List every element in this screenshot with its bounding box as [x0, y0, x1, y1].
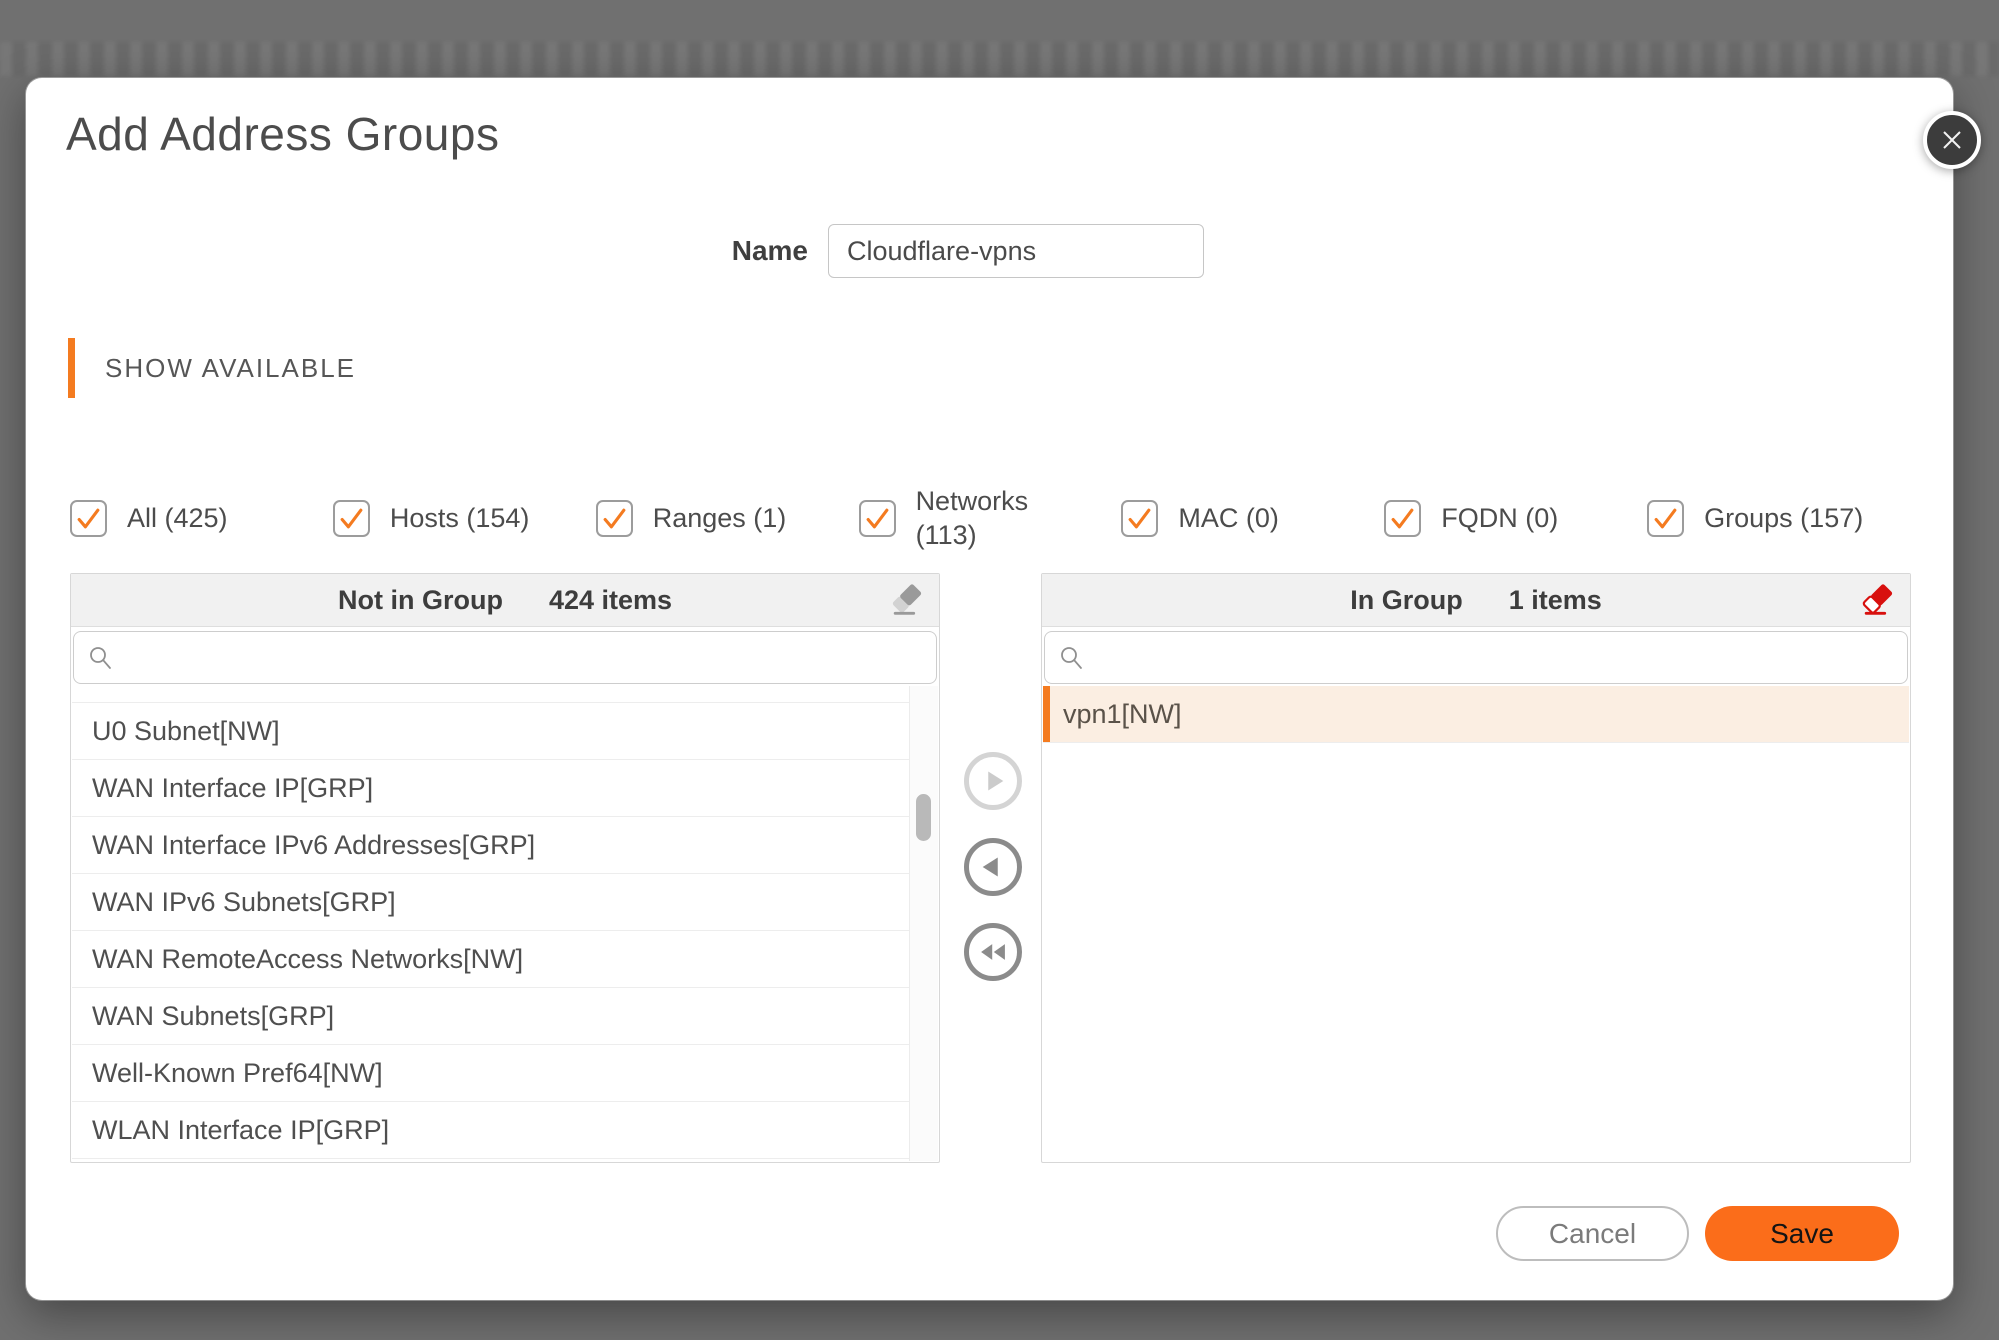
- search-input[interactable]: [1096, 641, 1894, 674]
- list-item-label: U0 Subnet[NW]: [92, 716, 280, 747]
- eraser-icon: [1860, 581, 1898, 619]
- search-icon: [87, 644, 115, 672]
- clear-search-button[interactable]: [889, 581, 927, 619]
- checkmark-icon: [75, 505, 102, 532]
- filter-checkbox-item[interactable]: Ranges (1): [596, 476, 859, 560]
- panel-count: 424 items: [549, 585, 672, 616]
- list-item[interactable]: WAN Subnets[GRP]: [72, 988, 910, 1045]
- search-input[interactable]: [125, 641, 923, 674]
- remove-all-button[interactable]: [1860, 581, 1898, 619]
- list-item-label: WAN RemoteAccess Networks[NW]: [92, 944, 523, 975]
- checkbox[interactable]: [1384, 500, 1421, 537]
- list-item[interactable]: WAN Interface IP[GRP]: [72, 760, 910, 817]
- cancel-button[interactable]: Cancel: [1496, 1206, 1689, 1261]
- checkmark-icon: [1652, 505, 1679, 532]
- search-box: [73, 631, 937, 684]
- double-triangle-left-icon: [970, 929, 1016, 975]
- scrollbar-thumb[interactable]: [916, 794, 931, 841]
- search-icon: [1058, 644, 1086, 672]
- not-in-group-header: Not in Group 424 items: [71, 574, 939, 627]
- filter-label: Hosts (154): [390, 501, 530, 535]
- list-item[interactable]: Well-Known Pref64[NW]: [72, 1045, 910, 1102]
- checkmark-icon: [1126, 505, 1153, 532]
- checkbox[interactable]: [1647, 500, 1684, 537]
- filter-checkbox-item[interactable]: Hosts (154): [333, 476, 596, 560]
- not-in-group-list: U0 Subnet[NW] WAN Interface IP[GRP] WAN …: [72, 686, 910, 1161]
- filter-checkbox-item[interactable]: MAC (0): [1121, 476, 1384, 560]
- filter-label: All (425): [127, 501, 228, 535]
- show-available-section: SHOW AVAILABLE: [68, 338, 356, 398]
- in-group-panel: In Group 1 items: [1041, 573, 1911, 1163]
- accent-bar: [68, 338, 75, 398]
- checkmark-icon: [864, 505, 891, 532]
- filter-checkbox-item[interactable]: All (425): [70, 476, 333, 560]
- list-item-label: Well-Known Pref64[NW]: [92, 1058, 383, 1089]
- list-item[interactable]: vpn1[NW]: [1043, 686, 1909, 743]
- add-address-groups-dialog: Add Address Groups Name SHOW AVAILABLE A…: [26, 78, 1953, 1300]
- checkbox[interactable]: [1121, 500, 1158, 537]
- close-button[interactable]: [1923, 111, 1981, 169]
- checkmark-icon: [338, 505, 365, 532]
- panel-count: 1 items: [1509, 585, 1602, 616]
- close-icon: [1939, 127, 1965, 153]
- filter-checkbox-item[interactable]: Networks (113): [859, 476, 1122, 560]
- triangle-left-icon: [970, 844, 1016, 890]
- move-left-button[interactable]: [964, 838, 1022, 896]
- search-box: [1044, 631, 1908, 684]
- filter-checkbox-item[interactable]: FQDN (0): [1384, 476, 1647, 560]
- checkbox[interactable]: [596, 500, 633, 537]
- name-input[interactable]: [828, 224, 1204, 278]
- checkbox[interactable]: [859, 500, 896, 537]
- list-item[interactable]: WAN RemoteAccess Networks[NW]: [72, 931, 910, 988]
- list-item-partial[interactable]: [72, 686, 910, 703]
- filter-row: All (425) Hosts (154) Ranges (1) Network…: [70, 476, 1910, 560]
- screen: Add Address Groups Name SHOW AVAILABLE A…: [0, 0, 1999, 1340]
- list-item-label: WLAN Interface IP[GRP]: [92, 1115, 389, 1146]
- move-right-button[interactable]: [964, 752, 1022, 810]
- list-item-label: WAN Interface IP[GRP]: [92, 773, 373, 804]
- move-all-left-button[interactable]: [964, 923, 1022, 981]
- not-in-group-panel: Not in Group 424 items: [70, 573, 940, 1163]
- blurred-background: [0, 42, 1999, 76]
- in-group-list: vpn1[NW]: [1043, 686, 1909, 1161]
- scrollbar-track[interactable]: [909, 686, 938, 1161]
- list-item[interactable]: WLAN Interface IP[GRP]: [72, 1102, 910, 1159]
- filter-label: Ranges (1): [653, 501, 787, 535]
- show-available-label: SHOW AVAILABLE: [105, 353, 356, 384]
- filter-label: Groups (157): [1704, 501, 1863, 535]
- list-item-label: WAN Subnets[GRP]: [92, 1001, 334, 1032]
- checkmark-icon: [1389, 505, 1416, 532]
- list-item[interactable]: U0 Subnet[NW]: [72, 703, 910, 760]
- dialog-title: Add Address Groups: [66, 106, 499, 162]
- filter-label: MAC (0): [1178, 501, 1279, 535]
- checkbox[interactable]: [70, 500, 107, 537]
- triangle-right-icon: [970, 758, 1016, 804]
- checkbox[interactable]: [333, 500, 370, 537]
- filter-label: Networks (113): [916, 484, 1029, 552]
- filter-checkbox-item[interactable]: Groups (157): [1647, 476, 1910, 560]
- list-item-label: WAN IPv6 Subnets[GRP]: [92, 887, 396, 918]
- save-button[interactable]: Save: [1705, 1206, 1899, 1261]
- in-group-header: In Group 1 items: [1042, 574, 1910, 627]
- list-item-label: vpn1[NW]: [1063, 699, 1182, 730]
- checkmark-icon: [601, 505, 628, 532]
- list-item-label: WAN Interface IPv6 Addresses[GRP]: [92, 830, 535, 861]
- list-item[interactable]: WAN IPv6 Subnets[GRP]: [72, 874, 910, 931]
- filter-label: FQDN (0): [1441, 501, 1558, 535]
- name-label: Name: [586, 237, 808, 265]
- panel-title: Not in Group: [338, 585, 503, 616]
- list-item[interactable]: WAN Interface IPv6 Addresses[GRP]: [72, 817, 910, 874]
- eraser-icon: [889, 581, 927, 619]
- panel-title: In Group: [1350, 585, 1462, 616]
